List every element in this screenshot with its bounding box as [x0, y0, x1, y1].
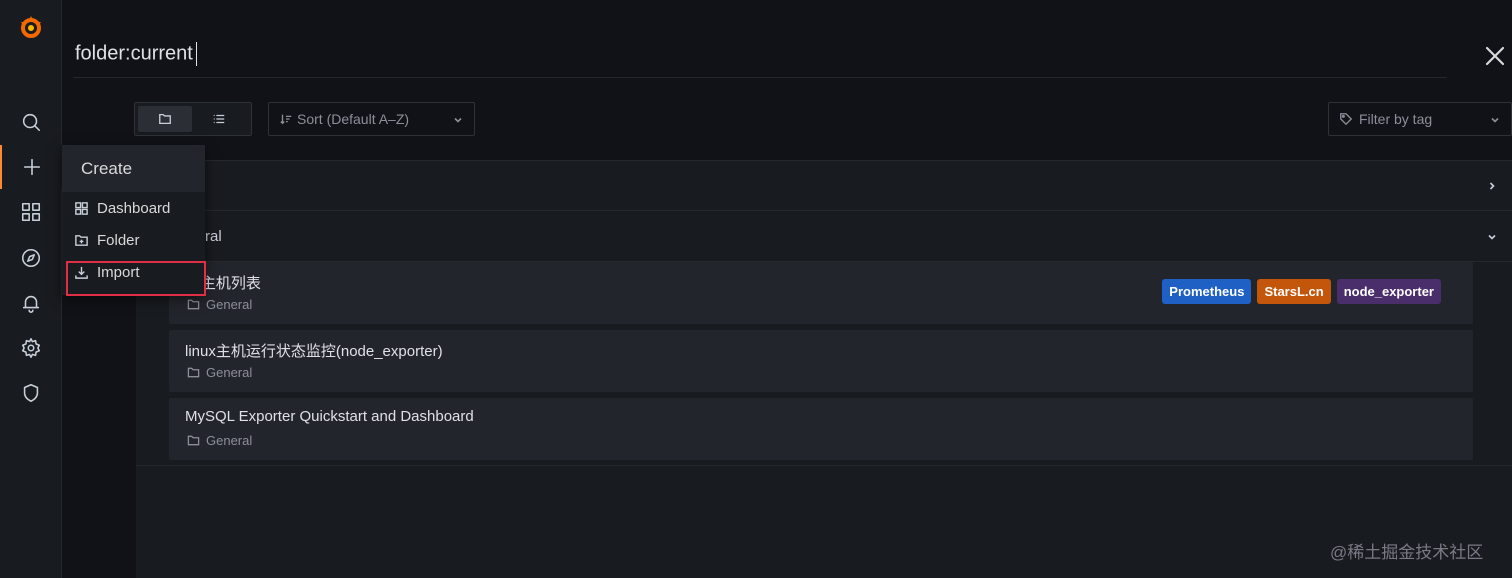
close-icon[interactable] [1483, 44, 1507, 68]
tag-starsl[interactable]: StarsL.cn [1257, 279, 1331, 304]
chevron-down-icon [1491, 117, 1499, 123]
chevron-down-icon [1488, 234, 1496, 240]
chevron-down-icon [454, 117, 462, 123]
sort-icon [280, 114, 292, 125]
tag-list: Prometheus StarsL.cn node_exporter [1162, 279, 1441, 304]
plus-icon[interactable] [0, 145, 62, 189]
search-input[interactable]: folder:current [75, 42, 197, 66]
dashboard-folder: General [187, 433, 252, 448]
filter-placeholder: Filter by tag [1359, 111, 1433, 127]
import-highlight-box [66, 261, 206, 296]
tag-icon [1340, 113, 1353, 126]
search-bar[interactable]: folder:current [73, 30, 1447, 78]
dashboard-folder: General [187, 297, 252, 312]
filter-by-tag-input[interactable]: Filter by tag [1328, 102, 1512, 136]
dashboard-folder: General [187, 365, 252, 380]
dashboards-icon[interactable] [0, 190, 62, 234]
menu-item-folder[interactable]: Folder [62, 224, 205, 256]
apps-icon [75, 201, 88, 215]
sort-label: Sort (Default A–Z) [297, 111, 410, 127]
tag-node-exporter[interactable]: node_exporter [1336, 279, 1441, 304]
divider [136, 465, 1512, 466]
dashboard-card[interactable]: ux主机列表 General Prometheus StarsL.cn node… [169, 262, 1473, 324]
search-results: ent eneral ux主机列表 General Prometheus Sta… [136, 160, 1512, 578]
folder-icon [187, 299, 200, 310]
gear-icon[interactable] [0, 326, 62, 370]
menu-item-dashboard[interactable]: Dashboard [62, 192, 205, 224]
dashboard-title: linux主机运行状态监控(node_exporter) [185, 343, 443, 360]
shield-icon[interactable] [0, 371, 62, 415]
dashboard-title: MySQL Exporter Quickstart and Dashboard [185, 408, 474, 425]
dashboard-card[interactable]: MySQL Exporter Quickstart and Dashboard … [169, 398, 1473, 460]
sort-select[interactable]: Sort (Default A–Z) [268, 102, 475, 136]
folder-icon [187, 435, 200, 446]
tag-prometheus[interactable]: Prometheus [1162, 279, 1252, 304]
compass-icon[interactable] [0, 236, 62, 280]
view-toggle [134, 102, 252, 136]
bell-icon[interactable] [0, 281, 62, 325]
folder-icon [187, 367, 200, 378]
folder-view-button[interactable] [138, 106, 192, 132]
grafana-logo-icon[interactable] [14, 10, 48, 44]
list-icon [213, 114, 225, 124]
chevron-right-icon [1489, 182, 1495, 190]
section-general[interactable]: eneral [136, 212, 1512, 262]
section-recent[interactable]: ent [136, 161, 1512, 211]
search-icon[interactable] [0, 100, 62, 144]
folder-icon [159, 113, 171, 125]
watermark: @稀土掘金技术社区 [1330, 543, 1484, 562]
sidebar [0, 0, 62, 578]
dashboard-card[interactable]: linux主机运行状态监控(node_exporter) General [169, 330, 1473, 392]
list-view-button[interactable] [192, 106, 246, 132]
folder-plus-icon [75, 234, 88, 246]
create-menu-title: Create [62, 145, 205, 192]
